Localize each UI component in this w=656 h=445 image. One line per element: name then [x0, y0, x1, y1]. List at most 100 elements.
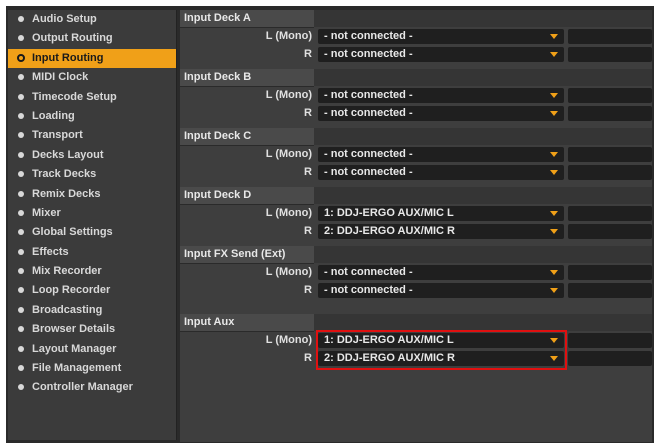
channel-label: R	[304, 166, 312, 178]
sidebar-item-label: File Management	[32, 362, 122, 375]
sidebar-item-label: Mixer	[32, 206, 61, 219]
dropdown-arrow-icon	[550, 288, 558, 293]
input-select[interactable]: - not connected -	[318, 47, 564, 62]
channel-label: R	[304, 284, 312, 296]
section-header-bar	[314, 69, 652, 86]
sidebar-item-label: Output Routing	[32, 32, 113, 45]
section-input-deck-a: Input Deck A L (Mono) - not connected - …	[180, 10, 652, 64]
sidebar-item-label: Loop Recorder	[32, 284, 111, 297]
channel-label: R	[304, 225, 312, 237]
level-meter	[568, 165, 652, 180]
dropdown-arrow-icon	[550, 93, 558, 98]
sidebar-item-label: Remix Decks	[32, 187, 101, 200]
input-select-value: - not connected -	[324, 48, 413, 60]
bullet-icon	[18, 171, 24, 178]
sidebar-item-track-decks[interactable]: Track Decks	[8, 165, 176, 184]
input-select[interactable]: 2: DDJ-ERGO AUX/MIC R	[318, 224, 564, 239]
input-select[interactable]: - not connected -	[318, 147, 564, 162]
dropdown-arrow-icon	[550, 111, 558, 116]
level-meter	[568, 29, 652, 44]
sidebar-item-label: Layout Manager	[32, 342, 117, 355]
dropdown-arrow-icon	[550, 356, 558, 361]
sidebar-item-effects[interactable]: Effects	[8, 243, 176, 262]
bullet-icon	[18, 93, 24, 100]
bullet-icon	[18, 16, 24, 22]
bullet-icon	[18, 112, 24, 119]
sidebar-item-layout-manager[interactable]: Layout Manager	[8, 340, 176, 359]
bullet-icon	[18, 384, 24, 391]
sidebar-item-label: Controller Manager	[32, 381, 133, 394]
input-select-value: - not connected -	[324, 266, 413, 278]
input-select-value: 1: DDJ-ERGO AUX/MIC L	[324, 207, 454, 219]
section-title: Input Deck D	[180, 187, 314, 205]
input-select[interactable]: - not connected -	[318, 29, 564, 44]
sidebar-item-remix-decks[interactable]: Remix Decks	[8, 185, 176, 204]
dropdown-arrow-icon	[550, 338, 558, 343]
channel-label: L (Mono)	[265, 207, 312, 219]
sidebar-item-label: Input Routing	[32, 51, 104, 64]
sidebar-item-timecode-setup[interactable]: Timecode Setup	[8, 88, 176, 107]
section-input-deck-c: Input Deck C L (Mono) - not connected - …	[180, 128, 652, 182]
dropdown-arrow-icon	[550, 52, 558, 57]
sidebar-item-controller-manager[interactable]: Controller Manager	[8, 378, 176, 397]
level-meter	[568, 147, 652, 162]
input-select-value: 1: DDJ-ERGO AUX/MIC L	[324, 334, 454, 346]
input-select[interactable]: 1: DDJ-ERGO AUX/MIC L	[318, 206, 564, 221]
bullet-icon	[18, 365, 24, 372]
section-header-bar	[314, 187, 652, 204]
bullet-icon	[18, 151, 24, 158]
sidebar-item-audio-setup[interactable]: Audio Setup	[8, 10, 176, 29]
bullet-icon	[18, 132, 24, 139]
sidebar-item-loading[interactable]: Loading	[8, 107, 176, 126]
sidebar-item-midi-clock[interactable]: MIDI Clock	[8, 68, 176, 87]
input-select[interactable]: - not connected -	[318, 265, 564, 280]
input-select[interactable]: - not connected -	[318, 165, 564, 180]
sidebar-item-broadcasting[interactable]: Broadcasting	[8, 301, 176, 320]
bullet-icon	[18, 74, 24, 81]
level-meter	[568, 206, 652, 221]
input-select[interactable]: 2: DDJ-ERGO AUX/MIC R	[318, 351, 564, 366]
sidebar-item-global-settings[interactable]: Global Settings	[8, 223, 176, 242]
level-meter	[568, 265, 652, 280]
bullet-icon	[18, 35, 24, 42]
section-input-deck-d: Input Deck D L (Mono) 1: DDJ-ERGO AUX/MI…	[180, 187, 652, 241]
input-select[interactable]: 1: DDJ-ERGO AUX/MIC L	[318, 333, 564, 348]
bullet-icon	[18, 287, 24, 294]
sidebar-item-output-routing[interactable]: Output Routing	[8, 29, 176, 48]
level-meter	[568, 88, 652, 103]
routing-row: L (Mono) - not connected -	[180, 264, 652, 282]
sidebar-item-transport[interactable]: Transport	[8, 126, 176, 145]
sidebar-item-mix-recorder[interactable]: Mix Recorder	[8, 262, 176, 281]
sidebar-item-input-routing[interactable]: Input Routing	[8, 48, 176, 69]
bullet-icon	[18, 209, 24, 216]
routing-row: R - not connected -	[180, 46, 652, 64]
input-select[interactable]: - not connected -	[318, 106, 564, 121]
bullet-icon	[18, 229, 24, 236]
input-select[interactable]: - not connected -	[318, 88, 564, 103]
input-select[interactable]: - not connected -	[318, 283, 564, 298]
section-title: Input Aux	[180, 314, 314, 332]
sidebar-item-decks-layout[interactable]: Decks Layout	[8, 146, 176, 165]
input-select-value: - not connected -	[324, 284, 413, 296]
section-input-deck-b: Input Deck B L (Mono) - not connected - …	[180, 69, 652, 123]
level-meter	[568, 47, 652, 62]
bullet-icon	[17, 53, 25, 62]
sidebar-item-browser-details[interactable]: Browser Details	[8, 320, 176, 339]
preferences-sidebar: Audio Setup Output Routing Input Routing…	[8, 10, 177, 440]
sidebar-item-label: Global Settings	[32, 226, 113, 239]
dropdown-arrow-icon	[550, 211, 558, 216]
sidebar-item-loop-recorder[interactable]: Loop Recorder	[8, 281, 176, 300]
routing-row: L (Mono) 1: DDJ-ERGO AUX/MIC L	[180, 332, 652, 350]
section-header-bar	[314, 128, 652, 145]
sidebar-item-label: MIDI Clock	[32, 71, 89, 84]
channel-label: L (Mono)	[265, 148, 312, 160]
channel-label: L (Mono)	[265, 334, 312, 346]
section-header-bar	[314, 314, 652, 331]
sidebar-item-label: Decks Layout	[32, 148, 104, 161]
input-select-value: 2: DDJ-ERGO AUX/MIC R	[324, 352, 455, 364]
sidebar-item-file-management[interactable]: File Management	[8, 359, 176, 378]
sidebar-item-mixer[interactable]: Mixer	[8, 204, 176, 223]
routing-row: R - not connected -	[180, 282, 652, 300]
section-title: Input Deck C	[180, 128, 314, 146]
sidebar-item-label: Mix Recorder	[32, 265, 102, 278]
